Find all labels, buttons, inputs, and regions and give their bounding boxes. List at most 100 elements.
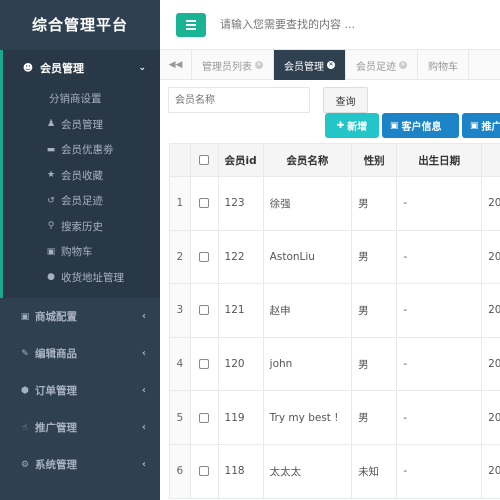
menu-group-member: ☻ 会员管理 ⌄ 分销商设置 ♟ 会员管理 ▬ 会员优惠劵 ★ 会员收藏 ↺ 会… bbox=[0, 50, 160, 298]
cell-id: 120 bbox=[217, 336, 264, 392]
map-icon: ▣ bbox=[390, 120, 399, 131]
row-checkbox[interactable] bbox=[199, 359, 210, 370]
cell-gender: 男 bbox=[351, 176, 398, 231]
member-name-input[interactable] bbox=[168, 87, 310, 113]
sidebar-item-distributor-settings[interactable]: 分销商设置 bbox=[3, 86, 160, 112]
sidebar-item-address[interactable]: ● 收货地址管理 bbox=[3, 265, 160, 291]
tab-member-management[interactable]: 会员管理 ✕ bbox=[274, 50, 346, 80]
table-row[interactable]: 2 122 AstonLiu 男 - 20 bbox=[169, 229, 500, 285]
tab-scroll-left-button[interactable]: ◀◀ bbox=[160, 50, 192, 80]
sidebar-item-member-favorites[interactable]: ★ 会员收藏 bbox=[3, 163, 160, 189]
cell-name: AstonLiu bbox=[262, 229, 353, 285]
double-chevron-left-icon: ◀◀ bbox=[168, 60, 183, 70]
sidebar-item-system[interactable]: ⚙ 系统管理 ‹ bbox=[0, 446, 160, 483]
menu-group-label: 会员管理 bbox=[40, 62, 84, 75]
tab-label: 管理员列表 bbox=[202, 61, 252, 73]
cell-birthdate: - bbox=[396, 283, 483, 338]
search-icon: ⚲ bbox=[47, 221, 55, 232]
chevron-left-icon: ‹ bbox=[141, 348, 146, 359]
table-row[interactable]: 6 118 太太太 未知 - 20 bbox=[169, 443, 500, 499]
column-header-id[interactable]: 会员id bbox=[217, 143, 264, 177]
sidebar-item-promotion[interactable]: ☝ 推广管理 ‹ bbox=[0, 409, 160, 446]
tab-admin-list[interactable]: 管理员列表 ✕ bbox=[192, 50, 274, 80]
cell-gender: 男 bbox=[351, 336, 398, 392]
cell-truncated: 20 bbox=[481, 283, 500, 338]
sidebar-item-orders[interactable]: ⬢ 订单管理 ‹ bbox=[0, 372, 160, 409]
cart-icon: ▣ bbox=[46, 246, 56, 257]
sidebar-item-edit-products[interactable]: ✎ 编辑商品 ‹ bbox=[0, 335, 160, 372]
table-header-row: 会员id 会员名称 性别 出生日期 bbox=[169, 143, 500, 177]
card-icon: ▬ bbox=[46, 144, 56, 155]
user-icon: ♟ bbox=[46, 119, 56, 130]
cell-id: 119 bbox=[217, 390, 264, 445]
close-icon[interactable]: ✕ bbox=[327, 61, 335, 69]
close-icon[interactable]: ✕ bbox=[255, 61, 263, 69]
promotion-button[interactable]: ▣ 推广 bbox=[462, 113, 500, 138]
brand-title: 综合管理平台 bbox=[31, 16, 128, 34]
sidebar-item-label: 商城配置 bbox=[35, 311, 77, 323]
row-checkbox[interactable] bbox=[199, 412, 210, 423]
cell-gender: 男 bbox=[351, 390, 398, 445]
sidebar-item-member-management[interactable]: ♟ 会员管理 bbox=[3, 112, 160, 138]
select-all-checkbox[interactable] bbox=[199, 155, 210, 165]
menu-toggle-button[interactable] bbox=[176, 12, 206, 37]
column-header-gender[interactable]: 性别 bbox=[351, 143, 398, 177]
sidebar-item-label: 购物车 bbox=[61, 246, 93, 259]
sidebar-item-label: 收货地址管理 bbox=[61, 271, 124, 284]
tab-label: 会员足迹 bbox=[356, 61, 396, 73]
main-content: 查询 ✚ 新增 ▣ 客户信息 ▣ 推广 会员id 会员名称 性别 出生日期 bbox=[160, 80, 500, 500]
query-button[interactable]: 查询 bbox=[323, 87, 368, 113]
table-row[interactable]: 4 120 john 男 - 20 bbox=[169, 336, 500, 392]
cell-name: 赵申 bbox=[262, 283, 353, 338]
cell-gender: 未知 bbox=[351, 443, 398, 499]
sidebar-item-label: 系统管理 bbox=[35, 459, 77, 471]
tab-member-footprints[interactable]: 会员足迹 ✕ bbox=[346, 50, 418, 80]
row-checkbox[interactable] bbox=[199, 198, 210, 209]
tab-label: 购物车 bbox=[428, 61, 458, 73]
add-button[interactable]: ✚ 新增 bbox=[325, 113, 379, 138]
customer-info-button[interactable]: ▣ 客户信息 bbox=[382, 113, 459, 138]
row-select bbox=[189, 443, 219, 499]
cell-id: 118 bbox=[217, 443, 264, 499]
table-row[interactable]: 1 123 徐强 男 - 20 bbox=[169, 176, 500, 231]
sidebar-item-member-coupons[interactable]: ▬ 会员优惠劵 bbox=[3, 137, 160, 163]
cell-truncated: 20 bbox=[481, 443, 500, 499]
sidebar-item-member-footprints[interactable]: ↺ 会员足迹 bbox=[3, 188, 160, 214]
row-number: 2 bbox=[169, 229, 191, 285]
sidebar-item-search-history[interactable]: ⚲ 搜索历史 bbox=[3, 214, 160, 240]
row-number: 6 bbox=[169, 443, 191, 499]
row-checkbox[interactable] bbox=[199, 466, 210, 477]
top-search-input[interactable] bbox=[220, 18, 460, 31]
close-icon[interactable]: ✕ bbox=[399, 61, 407, 69]
table-row[interactable]: 3 121 赵申 男 - 20 bbox=[169, 283, 500, 338]
plus-icon: ✚ bbox=[336, 120, 345, 131]
chevron-left-icon: ‹ bbox=[141, 311, 146, 322]
menu-group-title-member[interactable]: ☻ 会员管理 ⌄ bbox=[3, 50, 160, 86]
row-checkbox[interactable] bbox=[199, 251, 210, 262]
sidebar-item-cart[interactable]: ▣ 购物车 bbox=[3, 239, 160, 265]
topbar bbox=[160, 0, 500, 50]
add-button-label: 新增 bbox=[347, 122, 368, 133]
table-row[interactable]: 5 119 Try my best ! 男 - 20 bbox=[169, 390, 500, 445]
cell-birthdate: - bbox=[396, 229, 483, 285]
tab-cart[interactable]: 购物车 bbox=[418, 50, 469, 80]
row-number-header bbox=[169, 143, 191, 177]
tab-bar: ◀◀ 管理员列表 ✕ 会员管理 ✕ 会员足迹 ✕ 购物车 bbox=[160, 50, 500, 80]
sidebar-item-label: 推广管理 bbox=[35, 422, 77, 434]
hand-icon: ☝ bbox=[22, 422, 28, 433]
column-header-name[interactable]: 会员名称 bbox=[262, 143, 353, 177]
row-number: 3 bbox=[169, 283, 191, 338]
cell-birthdate: - bbox=[396, 336, 483, 392]
row-number: 1 bbox=[169, 176, 191, 231]
column-header-birthdate[interactable]: 出生日期 bbox=[396, 143, 483, 177]
chevron-down-icon: ⌄ bbox=[138, 63, 146, 73]
customer-info-label: 客户信息 bbox=[401, 122, 442, 133]
hamburger-icon-line bbox=[186, 27, 196, 30]
cube-icon: ⬢ bbox=[21, 385, 29, 396]
row-checkbox[interactable] bbox=[199, 305, 210, 316]
row-number: 4 bbox=[169, 336, 191, 392]
cell-birthdate: - bbox=[396, 390, 483, 445]
map-icon: ▣ bbox=[470, 120, 479, 131]
cell-birthdate: - bbox=[396, 176, 483, 231]
sidebar-item-mall-config[interactable]: ▣ 商城配置 ‹ bbox=[0, 298, 160, 335]
